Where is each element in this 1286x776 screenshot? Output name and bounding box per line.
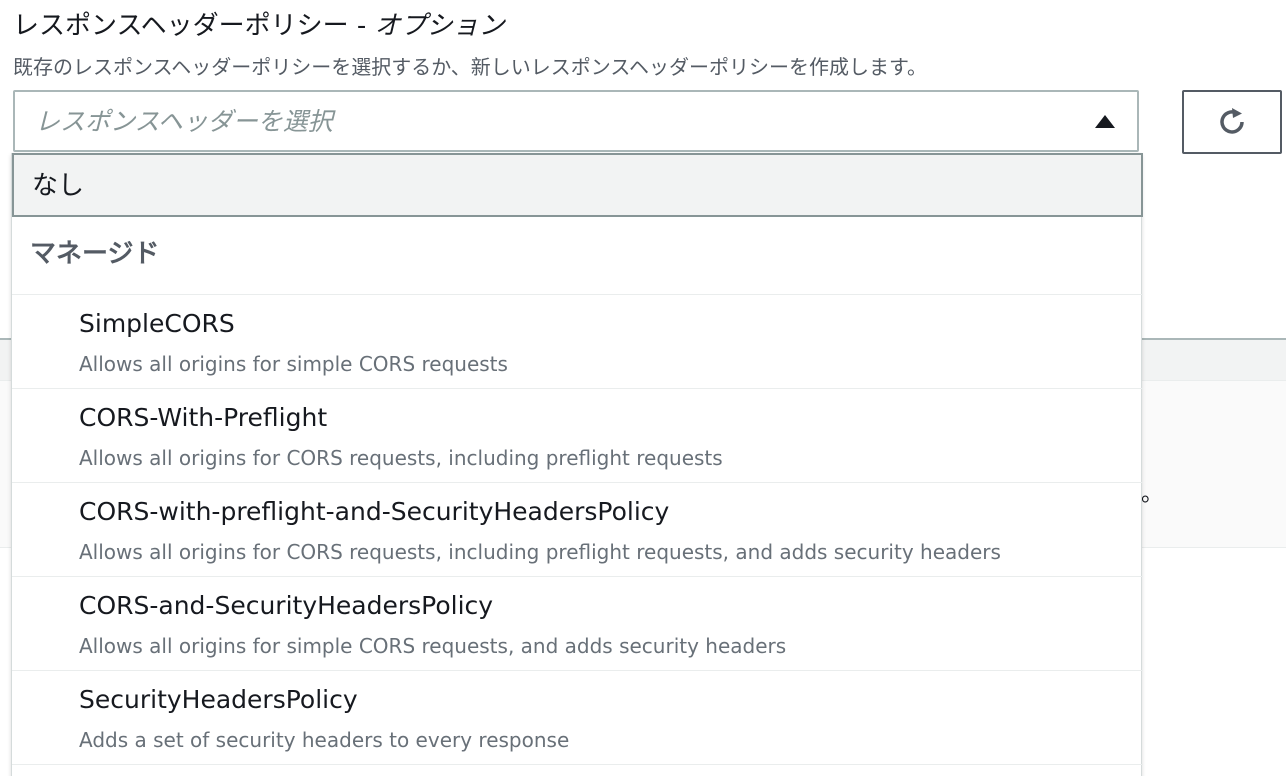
option-security-headers-policy[interactable]: SecurityHeadersPolicy Adds a set of secu…: [12, 671, 1143, 765]
option-description: Allows all origins for CORS requests, in…: [79, 446, 723, 470]
option-title: CORS-with-preflight-and-SecurityHeadersP…: [79, 497, 670, 526]
caret-up-icon: [1095, 115, 1115, 128]
option-title: SimpleCORS: [79, 309, 235, 338]
page: 。 レスポンスヘッダーポリシー - オプション 既存のレスポンスヘッダーポリシー…: [0, 0, 1286, 776]
refresh-button[interactable]: [1182, 90, 1282, 154]
option-cors-and-security-headers[interactable]: CORS-and-SecurityHeadersPolicy Allows al…: [12, 577, 1143, 671]
option-cors-with-preflight-and-security-headers[interactable]: CORS-with-preflight-and-SecurityHeadersP…: [12, 483, 1143, 577]
field-optional-tag: オプション: [374, 11, 505, 41]
group-header-managed: マネージド: [12, 217, 1143, 295]
option-description: Allows all origins for simple CORS reque…: [79, 634, 787, 658]
option-description: Allows all origins for simple CORS reque…: [79, 352, 508, 376]
option-none[interactable]: なし: [12, 153, 1143, 217]
option-title: CORS-With-Preflight: [79, 403, 328, 432]
group-header-label: マネージド: [30, 239, 160, 269]
option-title: SecurityHeadersPolicy: [79, 685, 358, 714]
field-description: 既存のレスポンスヘッダーポリシーを選択するか、新しいレスポンスヘッダーポリシーを…: [13, 55, 927, 79]
option-title: CORS-and-SecurityHeadersPolicy: [79, 591, 494, 620]
option-simplecors[interactable]: SimpleCORS Allows all origins for simple…: [12, 295, 1143, 389]
field-label: レスポンスヘッダーポリシー - オプション: [13, 8, 505, 44]
option-description: Allows all origins for CORS requests, in…: [79, 540, 1001, 564]
option-none-label: なし: [32, 171, 85, 201]
dropdown-list: なし マネージド SimpleCORS Allows all origins f…: [11, 153, 1143, 776]
select-placeholder: レスポンスヘッダーを選択: [35, 107, 333, 136]
option-cors-with-preflight[interactable]: CORS-With-Preflight Allows all origins f…: [12, 389, 1143, 483]
option-description: Adds a set of security headers to every …: [79, 728, 570, 752]
response-headers-select[interactable]: レスポンスヘッダーを選択: [13, 90, 1139, 152]
field-label-text: レスポンスヘッダーポリシー -: [13, 11, 375, 41]
refresh-icon: [1220, 108, 1244, 134]
background-text-fragment: 。: [1141, 482, 1164, 507]
